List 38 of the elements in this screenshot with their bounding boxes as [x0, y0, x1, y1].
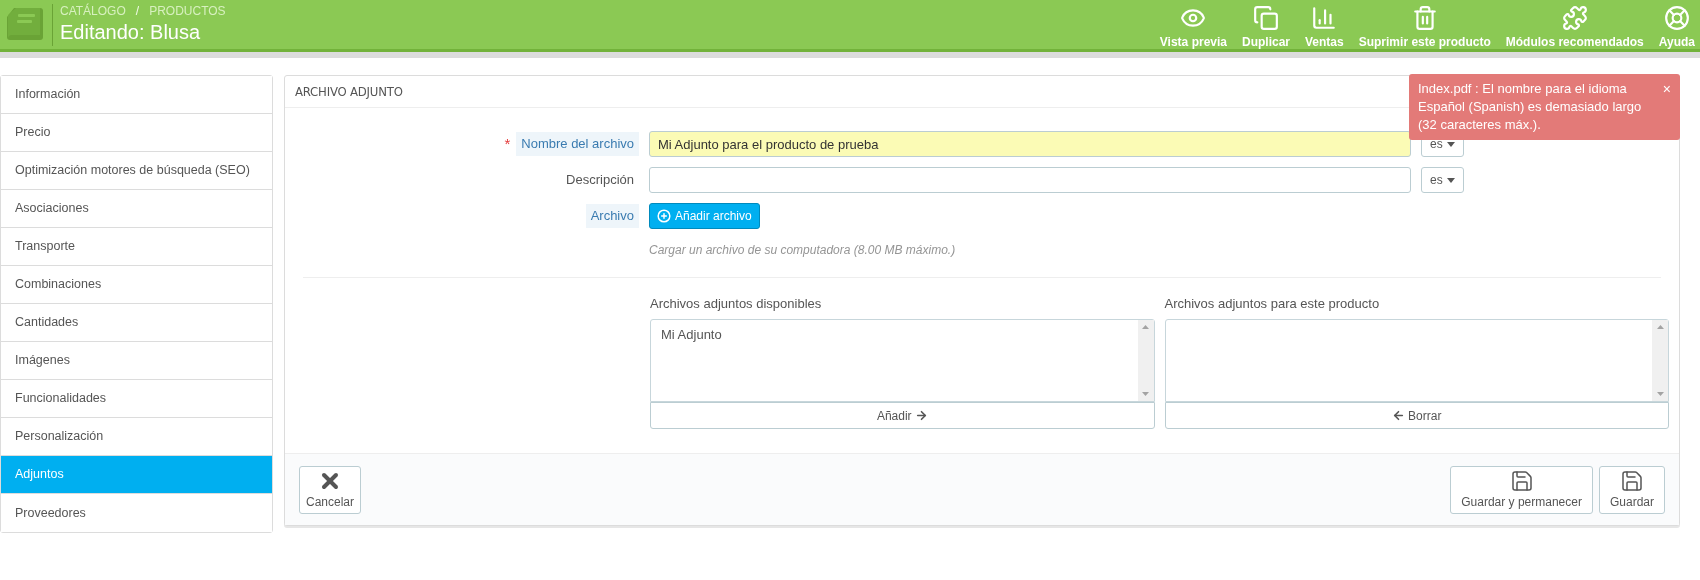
save-button[interactable]: Guardar [1598, 465, 1665, 514]
error-message: Index.pdf : El nombre para el idioma Español (Spanish) es demasiado largo (32 caracteres máx.). [1418, 80, 1643, 134]
language-dropdown[interactable]: es [1421, 167, 1464, 193]
remove-button[interactable]: Borrar [1164, 402, 1669, 429]
caret-icon [1446, 177, 1455, 183]
scrollbar[interactable] [1137, 320, 1154, 401]
required-asterisk: * [504, 133, 511, 154]
help-text: Cargar un archivo de su computadora (8.00 MB máximo.) [649, 242, 956, 259]
lifebuoy-icon [1663, 4, 1690, 31]
list-label: Archivos adjuntos para este producto [1164, 296, 1381, 312]
field-label: Archivo [585, 204, 639, 228]
scroll-down-icon[interactable] [1142, 392, 1149, 396]
text-field[interactable]: Mi Adjunto para el producto de prueba [649, 131, 1411, 157]
documents-icon [1253, 4, 1279, 31]
list-label: Archivos adjuntos disponibles [650, 296, 823, 312]
attachment-list[interactable]: Mi Adjunto [650, 319, 1155, 402]
trash-icon [1411, 4, 1438, 31]
sidebar-item[interactable]: Información [1, 76, 272, 114]
scrollbar[interactable] [1652, 320, 1668, 401]
page-title: Editando: Blusa [60, 20, 202, 45]
field-label: Descripción [565, 171, 635, 190]
arrow-right-icon [914, 409, 928, 422]
panel-title: ARCHIVO ADJUNTO [295, 82, 403, 101]
plus-circle-icon [657, 209, 671, 223]
scroll-up-icon[interactable] [1142, 325, 1149, 329]
attachment-list[interactable] [1164, 319, 1669, 402]
scroll-down-icon[interactable] [1656, 392, 1664, 396]
add-button[interactable]: Añadir [650, 402, 1155, 429]
field-label: Nombre del archivo [516, 132, 639, 156]
arrow-left-icon [1392, 409, 1406, 422]
breadcrumb-separator: / [135, 4, 140, 19]
puzzle-icon [1561, 4, 1588, 31]
bar-chart-icon [1311, 4, 1338, 31]
scroll-up-icon[interactable] [1656, 325, 1664, 329]
cancel-button[interactable]: Cancelar [299, 465, 361, 514]
list-option[interactable]: Mi Adjunto [661, 326, 1128, 344]
save-button[interactable]: Guardar y permanecer [1450, 465, 1593, 514]
text-field[interactable] [649, 167, 1411, 193]
